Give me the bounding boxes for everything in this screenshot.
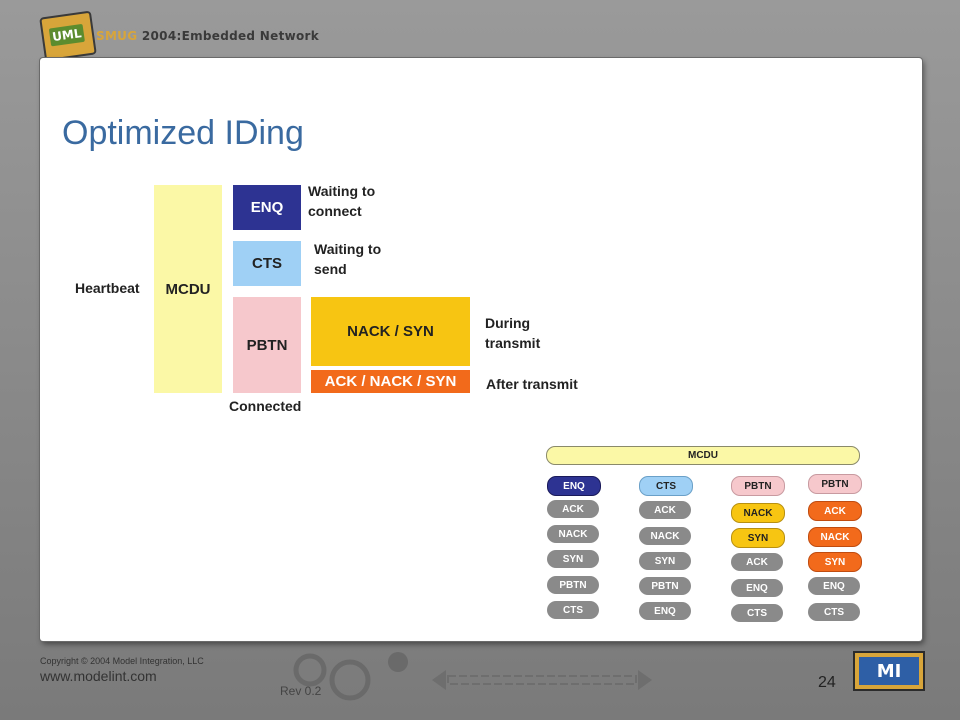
copyright-text: Copyright © 2004 Model Integration, LLC	[40, 656, 204, 666]
nack-syn-box: NACK / SYN	[311, 297, 470, 366]
col3-cts: CTS	[731, 604, 783, 622]
col4-enq: ENQ	[808, 577, 860, 595]
uml-logo-text: UML	[48, 23, 85, 47]
pbtn-box: PBTN	[233, 297, 301, 393]
website-url: www.modelint.com	[40, 668, 157, 684]
col2-syn: SYN	[639, 552, 691, 570]
col1-enq: ENQ	[547, 476, 601, 496]
revision-label: Rev 0.2	[280, 684, 322, 698]
brand-year: 2004:	[137, 29, 182, 43]
waiting-send-label: Waiting to send	[314, 241, 382, 277]
col3-ack: ACK	[731, 553, 783, 571]
col1-ack: ACK	[547, 500, 599, 518]
col3-nack: NACK	[731, 503, 785, 523]
col2-nack: NACK	[639, 527, 691, 545]
mi-logo: MI	[853, 651, 925, 691]
col3-pbtn: PBTN	[731, 476, 785, 496]
col1-cts: CTS	[547, 601, 599, 619]
col3-enq: ENQ	[731, 579, 783, 597]
col4-nack: NACK	[808, 527, 862, 547]
ack-nack-syn-box: ACK / NACK / SYN	[311, 370, 470, 393]
col2-cts: CTS	[639, 476, 693, 496]
after-transmit-label: After transmit	[486, 376, 578, 392]
col3-syn: SYN	[731, 528, 785, 548]
mcdu-box: MCDU	[154, 185, 222, 393]
col4-ack: ACK	[808, 501, 862, 521]
col1-pbtn: PBTN	[547, 576, 599, 594]
page-number: 24	[818, 674, 836, 691]
during-transmit-label: During transmit	[485, 315, 541, 351]
waiting-connect-label: Waiting to connect	[308, 183, 376, 219]
heartbeat-label: Heartbeat	[75, 280, 140, 296]
col1-nack: NACK	[547, 525, 599, 543]
gear-decoration-icon	[293, 652, 408, 701]
slide-title: Optimized IDing	[62, 114, 304, 152]
col4-syn: SYN	[808, 552, 862, 572]
col4-cts: CTS	[808, 603, 860, 621]
col2-pbtn: PBTN	[639, 577, 691, 595]
enq-box: ENQ	[233, 185, 301, 230]
conference-title: SMUG 2004:Embedded Network	[96, 29, 319, 43]
col2-ack: ACK	[639, 501, 691, 519]
double-arrow-decoration-icon	[432, 670, 652, 690]
uml-logo: UML	[39, 10, 97, 62]
mi-logo-text: MI	[859, 657, 919, 685]
col4-pbtn: PBTN	[808, 474, 862, 494]
col1-syn: SYN	[547, 550, 599, 568]
connected-label: Connected	[229, 398, 302, 414]
brand-rest: Embedded Network	[181, 29, 320, 43]
mcdu-header-bar: MCDU	[546, 446, 860, 465]
col2-enq: ENQ	[639, 602, 691, 620]
cts-box: CTS	[233, 241, 301, 286]
brand-prefix: SMUG	[96, 29, 138, 43]
